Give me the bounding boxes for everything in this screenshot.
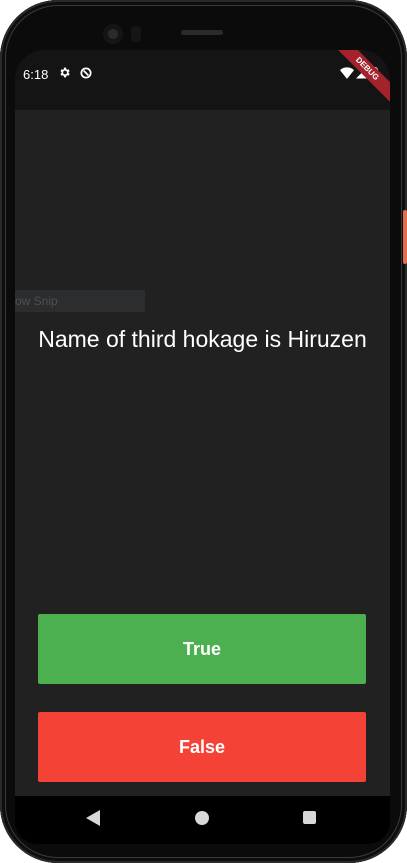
false-button[interactable]: False — [38, 712, 366, 782]
screen: 6:18 DEBUG ow Snip Name of third hokage … — [15, 50, 390, 844]
back-icon[interactable] — [86, 810, 100, 831]
gear-icon — [58, 66, 71, 84]
power-button[interactable] — [403, 210, 407, 264]
navigation-bar — [15, 796, 390, 844]
quiz-page: ow Snip Name of third hokage is Hiruzen … — [15, 110, 390, 796]
question-text: Name of third hokage is Hiruzen — [38, 326, 367, 352]
status-bar: 6:18 DEBUG — [15, 50, 390, 110]
wifi-icon — [340, 66, 354, 84]
ghost-tooltip: ow Snip — [15, 290, 145, 312]
phone-frame: 6:18 DEBUG ow Snip Name of third hokage … — [0, 0, 407, 863]
sync-icon — [79, 66, 93, 85]
home-icon[interactable] — [195, 811, 209, 825]
status-time: 6:18 — [23, 67, 49, 82]
sensor — [131, 26, 141, 42]
front-camera — [103, 24, 123, 44]
earpiece-speaker — [181, 30, 223, 35]
true-button[interactable]: True — [38, 614, 366, 684]
recents-icon[interactable] — [303, 811, 316, 824]
